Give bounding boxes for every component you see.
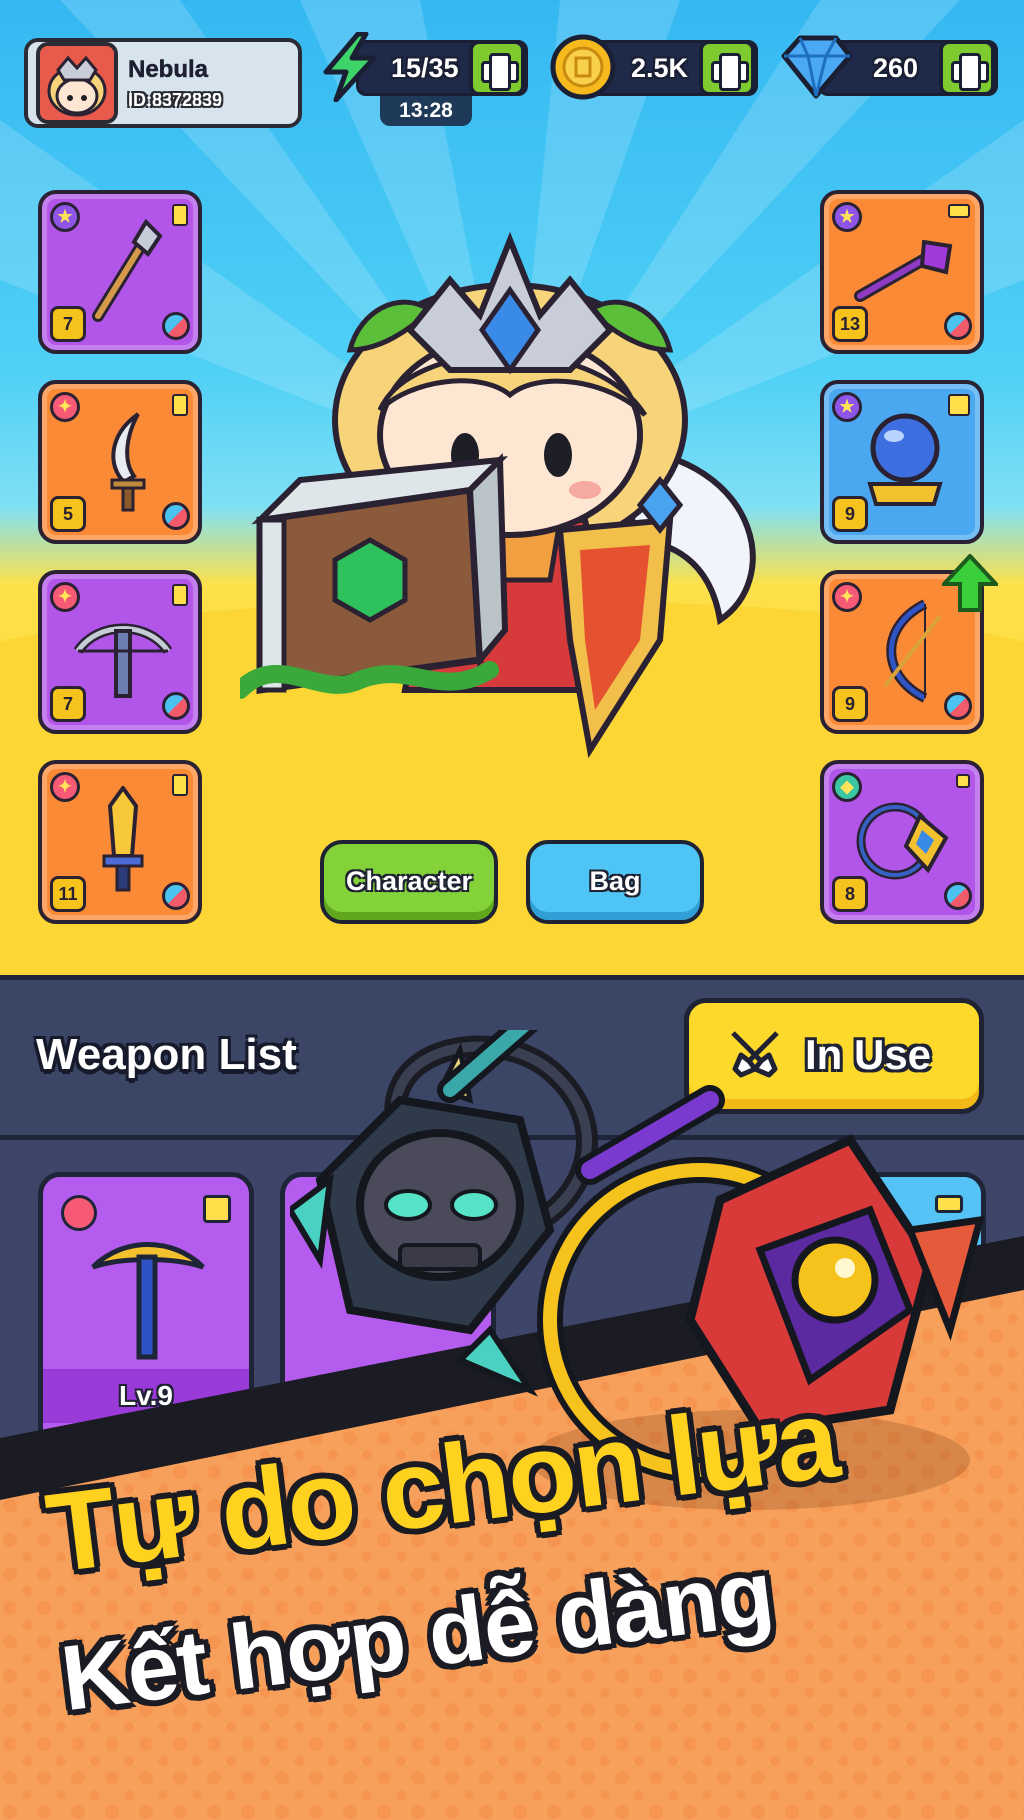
swap-icon	[162, 502, 190, 530]
slot-level: 7	[50, 686, 86, 722]
gold-coin-icon	[550, 34, 616, 100]
slot-level: 11	[50, 876, 86, 912]
slot-level: 5	[50, 496, 86, 532]
slot-level: 13	[832, 306, 868, 342]
weapon-card-level: Lv.9	[43, 1369, 249, 1423]
equip-slot-crossbow[interactable]: ✦ 7	[38, 570, 202, 734]
player-name: Nebula	[128, 56, 209, 84]
hero-character	[240, 231, 756, 759]
character-button[interactable]: Character	[320, 840, 498, 924]
energy-timer: 13:28	[380, 96, 472, 126]
slot-level: 7	[50, 306, 86, 342]
swap-icon	[162, 692, 190, 720]
avatar[interactable]	[36, 42, 118, 124]
fire-badge-icon	[61, 1195, 97, 1231]
energy-counter: 15/35	[356, 40, 528, 96]
equip-slot-dagger[interactable]: ✦ 5	[38, 380, 202, 544]
equip-slot-amulet[interactable]: ◆ 8	[820, 760, 984, 924]
gem-icon	[781, 35, 853, 99]
swap-icon	[944, 882, 972, 910]
energy-bolt-icon	[323, 32, 377, 102]
equip-slot-sword[interactable]: ✦ 11	[38, 760, 202, 924]
equip-slot-scepter[interactable]: ★ 13	[820, 190, 984, 354]
gem-value: 260	[873, 53, 919, 83]
player-id: ID:8372839	[128, 90, 223, 110]
hero-avatar-icon	[40, 46, 114, 120]
character-scene: ★ 7 ✦ 5 ✦ 7 ✦ 11 ★ 13 ★ 9 ✦ 9 ◆ 8 Charac…	[0, 0, 1024, 975]
player-profile[interactable]: Nebula ID:8372839	[24, 38, 302, 128]
swap-icon	[162, 312, 190, 340]
swap-icon	[944, 692, 972, 720]
bag-button[interactable]: Bag	[526, 840, 704, 924]
energy-value: 15/35	[391, 53, 459, 83]
gold-value: 2.5K	[631, 53, 689, 83]
add-energy-button[interactable]	[469, 40, 525, 96]
equip-slot-staff[interactable]: ★ 7	[38, 190, 202, 354]
weapon-list-title: Weapon List	[36, 1030, 297, 1079]
swap-icon	[944, 312, 972, 340]
type-marker-icon	[203, 1195, 231, 1223]
add-gems-button[interactable]	[939, 40, 995, 96]
slot-level: 8	[832, 876, 868, 912]
swap-icon	[162, 882, 190, 910]
equip-slot-crystal-ball[interactable]: ★ 9	[820, 380, 984, 544]
add-gold-button[interactable]	[699, 40, 755, 96]
upgrade-arrow-icon	[942, 554, 998, 612]
slot-level: 9	[832, 686, 868, 722]
pickaxe-icon	[91, 1242, 205, 1360]
slot-level: 9	[832, 496, 868, 532]
weapon-card[interactable]: Lv.9	[38, 1172, 254, 1472]
